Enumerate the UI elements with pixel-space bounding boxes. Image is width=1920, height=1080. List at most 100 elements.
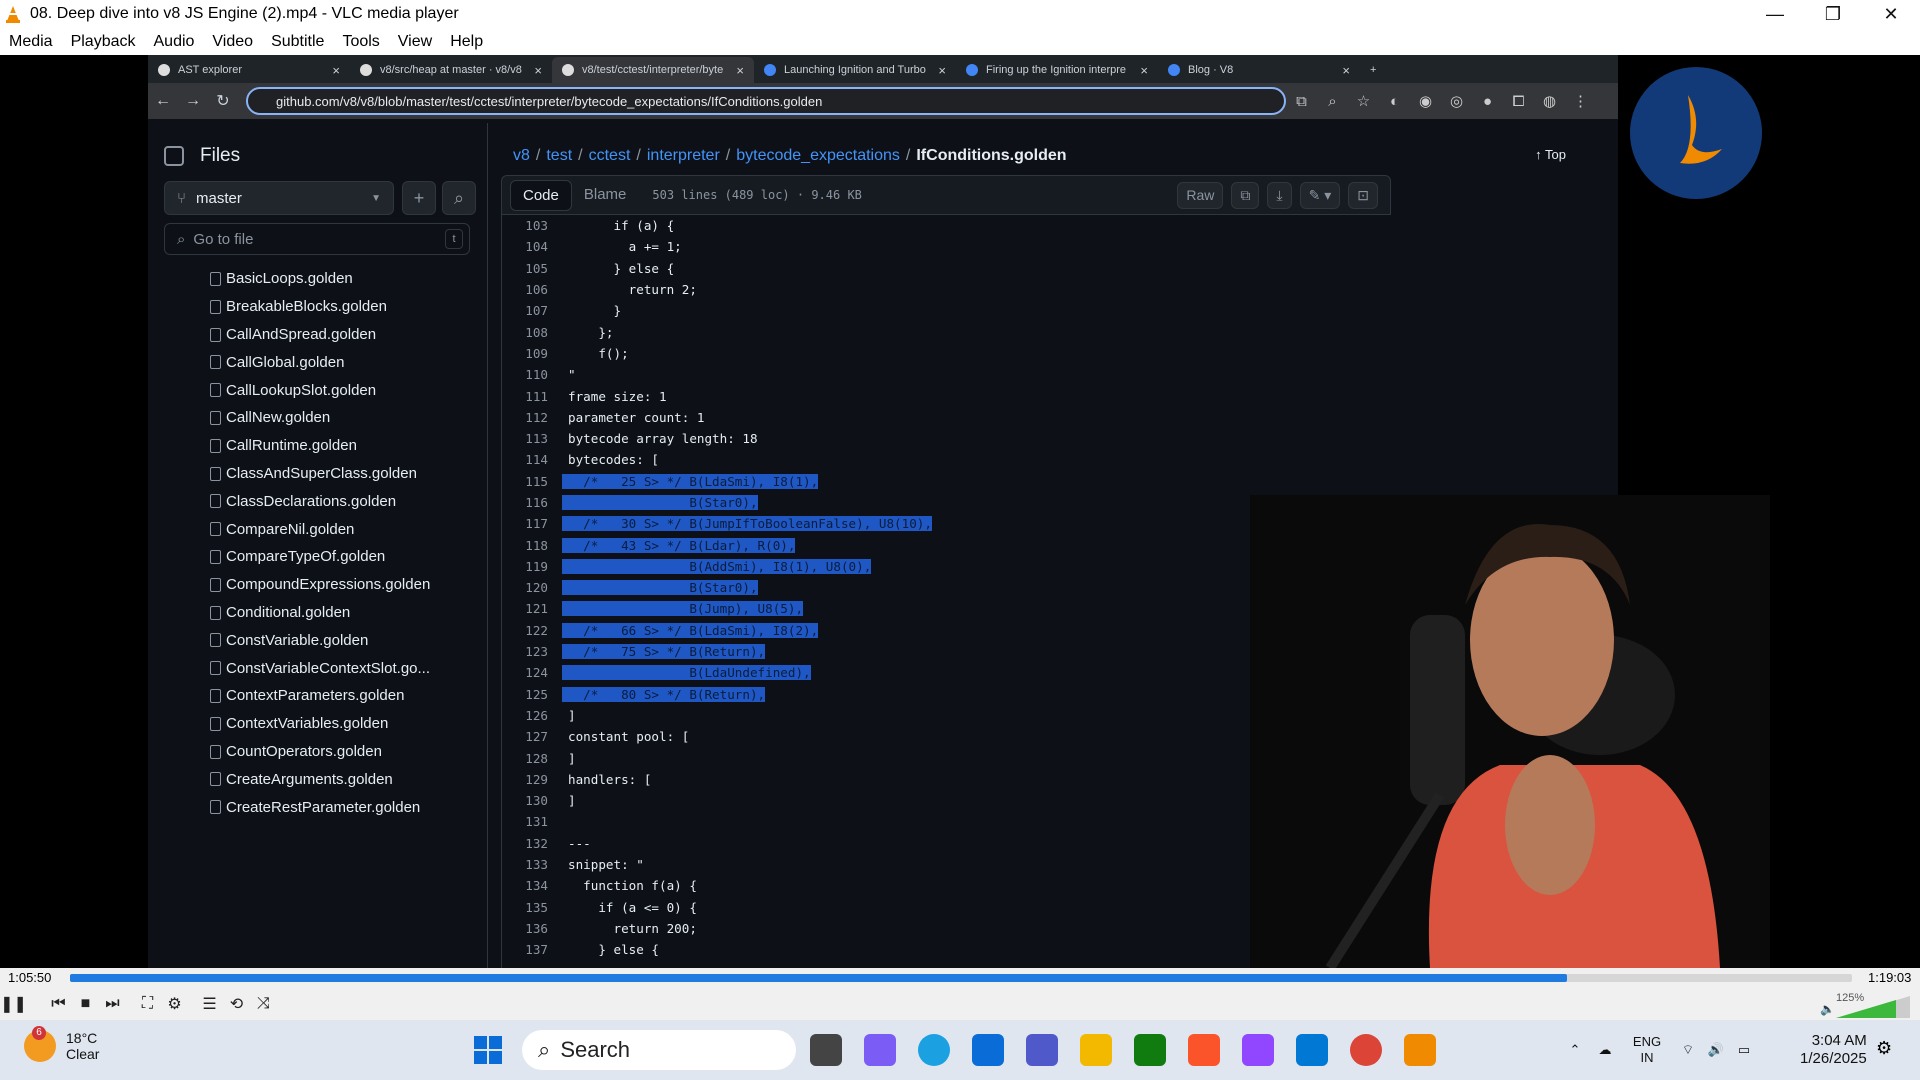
file-tree-item[interactable]: CallRuntime.golden [148,432,488,460]
line-number[interactable]: 106 [502,282,562,297]
extension-icon[interactable]: ◉ [1410,92,1441,110]
line-number[interactable]: 125 [502,687,562,702]
browser-tab-active[interactable]: v8/test/cctest/interpreter/byte × [552,57,754,83]
file-tree-item[interactable]: CallGlobal.golden [148,348,488,376]
breadcrumb-link[interactable]: v8 [513,147,530,164]
line-number[interactable]: 111 [502,389,562,404]
line-number[interactable]: 121 [502,601,562,616]
close-icon[interactable]: × [736,63,744,78]
menu-playback[interactable]: Playback [62,33,145,51]
fullscreen-icon[interactable]: ⛶ [134,995,161,1013]
playlist-icon[interactable]: ☰ [196,994,223,1014]
tab-code[interactable]: Code [510,179,572,211]
top-link[interactable]: ↑ Top [1535,147,1566,162]
profile-icon[interactable]: ◍ [1534,92,1565,110]
vlc-icon[interactable] [1404,1034,1436,1066]
add-file-button[interactable]: + [402,181,436,215]
clock[interactable]: 3:04 AM 1/26/2025 [1800,1032,1867,1068]
line-number[interactable]: 117 [502,516,562,531]
breadcrumb-link[interactable]: test [546,147,572,164]
xbox-icon[interactable] [1134,1034,1166,1066]
task-view-icon[interactable] [810,1034,842,1066]
breadcrumb-link[interactable]: cctest [589,147,631,164]
file-tree-item[interactable]: ContextVariables.golden [148,710,488,738]
extension-icon[interactable]: ● [1472,93,1503,110]
file-tree-item[interactable]: BasicLoops.golden [148,265,488,293]
line-number[interactable]: 114 [502,452,562,467]
browser-tab[interactable]: Launching Ignition and Turbo × [754,57,956,83]
line-number[interactable]: 116 [502,495,562,510]
menu-tools[interactable]: Tools [333,33,388,51]
file-tree-item[interactable]: CallLookupSlot.golden [148,376,488,404]
menu-help[interactable]: Help [441,33,492,51]
reload-icon[interactable]: ↻ [208,91,238,111]
url-input[interactable]: github.com/v8/v8/blob/master/test/cctest… [246,87,1286,115]
tab-blame[interactable]: Blame [572,180,639,211]
search-icon[interactable]: ⌕ [442,181,476,215]
menu-media[interactable]: Media [0,33,62,51]
line-number[interactable]: 122 [502,623,562,638]
vscode-icon[interactable] [1296,1034,1328,1066]
browser-tab[interactable]: AST explorer × [148,57,350,83]
new-tab-button[interactable]: + [1360,57,1390,83]
raw-button[interactable]: Raw [1177,181,1224,209]
pause-icon[interactable]: ❚❚ [0,994,27,1014]
language-indicator[interactable]: ENG IN [1620,1034,1674,1066]
shuffle-icon[interactable]: ⤨ [250,995,277,1013]
close-button[interactable]: ✕ [1862,4,1920,25]
go-to-file-input[interactable]: ⌕ Go to file t [164,223,470,255]
onedrive-icon[interactable]: ☁ [1590,1042,1620,1058]
menu-dots-icon[interactable]: ⋮ [1565,92,1596,110]
copilot-icon[interactable] [864,1034,896,1066]
line-number[interactable]: 130 [502,793,562,808]
brave-icon[interactable] [1188,1034,1220,1066]
weather-widget[interactable]: 6 18°C Clear [24,1026,99,1062]
wifi-icon[interactable]: ⌔ [1674,1042,1702,1058]
line-number[interactable]: 113 [502,431,562,446]
app-icon[interactable] [1242,1034,1274,1066]
close-icon[interactable]: × [534,63,542,78]
line-number[interactable]: 119 [502,559,562,574]
browser-tab[interactable]: v8/src/heap at master · v8/v8 × [350,57,552,83]
file-tree-item[interactable]: ClassDeclarations.golden [148,487,488,515]
line-number[interactable]: 128 [502,751,562,766]
line-number[interactable]: 123 [502,644,562,659]
line-number[interactable]: 103 [502,218,562,233]
file-tree-item[interactable]: ContextParameters.golden [148,682,488,710]
volume-bar[interactable] [1836,996,1910,1018]
file-tree-item[interactable]: ConstVariable.golden [148,626,488,654]
file-tree-item[interactable]: CallAndSpread.golden [148,321,488,349]
puzzle-icon[interactable]: ⧠ [1503,93,1534,110]
volume-control[interactable]: 🔈 125% [1820,992,1912,1018]
file-tree-item[interactable]: BreakableBlocks.golden [148,293,488,321]
symbols-panel-icon[interactable]: ⊡ [1348,181,1378,209]
copy-icon[interactable]: ⧉ [1231,181,1260,209]
panel-toggle-icon[interactable] [164,146,184,166]
bookmark-star-icon[interactable]: ☆ [1348,92,1379,110]
extension-icon[interactable]: ◎ [1441,92,1472,110]
breadcrumb-link[interactable]: interpreter [647,147,720,164]
browser-tab[interactable]: Blog · V8 × [1158,57,1360,83]
menu-video[interactable]: Video [203,33,262,51]
line-number[interactable]: 124 [502,665,562,680]
menu-subtitle[interactable]: Subtitle [262,33,333,51]
previous-icon[interactable]: ⏮ [45,995,72,1013]
stop-icon[interactable]: ■ [72,995,99,1013]
edit-icon[interactable]: ✎ ▾ [1299,181,1341,209]
battery-icon[interactable]: ▭ [1730,1042,1758,1058]
line-number[interactable]: 112 [502,410,562,425]
file-tree-item[interactable]: CompareNil.golden [148,515,488,543]
notification-icon[interactable]: ⚙ [1876,1038,1892,1059]
line-number[interactable]: 109 [502,346,562,361]
line-number[interactable]: 132 [502,836,562,851]
chrome-icon[interactable] [1350,1034,1382,1066]
line-number[interactable]: 134 [502,878,562,893]
line-number[interactable]: 120 [502,580,562,595]
restore-button[interactable]: ❐ [1804,4,1862,25]
close-icon[interactable]: × [1342,63,1350,78]
file-tree-item[interactable]: CreateArguments.golden [148,765,488,793]
mail-icon[interactable] [972,1034,1004,1066]
windows-start-icon[interactable] [474,1036,502,1064]
line-number[interactable]: 127 [502,729,562,744]
loop-icon[interactable]: ⟲ [223,994,250,1014]
